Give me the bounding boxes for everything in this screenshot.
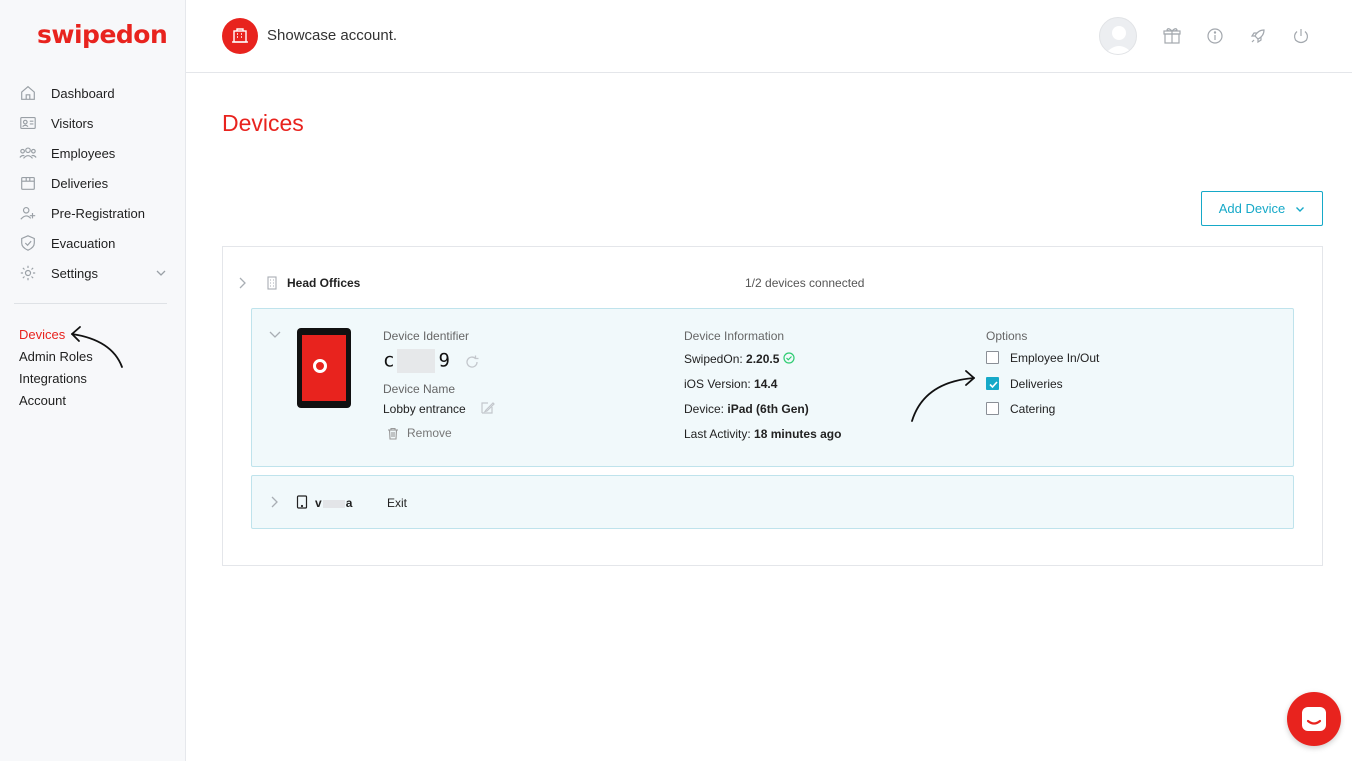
options-label: Options xyxy=(986,329,1028,343)
page-title: Devices xyxy=(222,110,304,136)
sidebar-item-employees[interactable]: Employees xyxy=(19,138,171,168)
top-header: Showcase account. xyxy=(186,0,1352,73)
home-icon xyxy=(21,85,35,100)
device-identifier-end: 9 xyxy=(438,349,450,372)
swipedon-version-value: 2.20.5 xyxy=(746,352,780,366)
user-avatar-icon xyxy=(1105,26,1133,54)
last-activity-label: Last Activity: xyxy=(684,427,751,441)
device-identifier: va xyxy=(315,496,352,510)
ios-version-value: 14.4 xyxy=(754,377,778,391)
remove-device-button[interactable]: Remove xyxy=(387,426,452,440)
rocket-icon[interactable] xyxy=(1248,26,1268,46)
device-identifier-label: Device Identifier xyxy=(383,329,470,343)
chevron-right-icon[interactable] xyxy=(236,276,248,290)
subnav-item-account[interactable]: Account xyxy=(19,390,93,412)
device-model-label: Device: xyxy=(684,402,725,416)
sidebar-item-settings[interactable]: Settings xyxy=(19,258,171,288)
power-icon[interactable] xyxy=(1291,26,1311,46)
shield-icon xyxy=(21,235,35,251)
people-icon xyxy=(19,147,37,159)
id-card-icon xyxy=(20,117,36,129)
gift-icon[interactable] xyxy=(1162,26,1182,46)
add-device-button[interactable]: Add Device xyxy=(1201,191,1323,226)
chat-launcher-button[interactable] xyxy=(1287,692,1341,746)
chevron-down-icon xyxy=(1296,206,1305,212)
refresh-icon[interactable] xyxy=(464,354,480,370)
option-label: Catering xyxy=(1010,402,1056,416)
sidebar-item-label: Dashboard xyxy=(51,85,115,101)
chat-icon xyxy=(1302,707,1326,731)
devices-connected-count: 1/2 devices connected xyxy=(745,276,865,290)
device-row[interactable] xyxy=(251,475,1294,529)
sidebar: swipedon Dashboard Visitors Employees De… xyxy=(0,0,186,761)
redacted-mask xyxy=(322,499,345,508)
device-information-label: Device Information xyxy=(684,329,785,343)
sidebar-item-label: Pre-Registration xyxy=(51,205,145,221)
sidebar-item-label: Visitors xyxy=(51,115,94,131)
sidebar-item-pre-registration[interactable]: Pre-Registration xyxy=(19,198,171,228)
annotation-arrow-icon xyxy=(71,326,123,368)
sidebar-item-label: Employees xyxy=(51,145,116,161)
device-model-value: iPad (6th Gen) xyxy=(727,402,809,416)
gear-icon xyxy=(20,265,36,281)
check-icon xyxy=(989,381,998,389)
last-activity: Last Activity: 18 minutes ago xyxy=(684,427,841,441)
ipad-device-image xyxy=(297,328,351,408)
sidebar-item-visitors[interactable]: Visitors xyxy=(19,108,171,138)
chevron-right-icon[interactable] xyxy=(268,495,280,509)
location-name: Head Offices xyxy=(287,276,361,290)
deliveries-checkbox[interactable] xyxy=(986,377,999,390)
device-identifier: c9 xyxy=(383,349,450,373)
sidebar-item-label: Settings xyxy=(51,265,98,281)
option-label: Deliveries xyxy=(1010,377,1063,391)
device-identifier-end: a xyxy=(345,496,353,510)
sidebar-item-dashboard[interactable]: Dashboard xyxy=(19,78,171,108)
device-model: Device: iPad (6th Gen) xyxy=(684,402,809,416)
device-identifier-start: v xyxy=(315,496,322,510)
redacted-mask xyxy=(397,349,436,373)
chevron-down-icon[interactable] xyxy=(155,267,167,279)
info-icon[interactable] xyxy=(1205,26,1225,46)
ios-version: iOS Version: 14.4 xyxy=(684,377,777,391)
sidebar-item-deliveries[interactable]: Deliveries xyxy=(19,168,171,198)
annotation-arrow-icon xyxy=(911,370,975,422)
device-name: Exit xyxy=(387,496,408,510)
sidebar-item-label: Deliveries xyxy=(51,175,109,191)
swipedon-logo[interactable]: swipedon xyxy=(37,20,168,49)
employee-in-out-checkbox[interactable] xyxy=(986,351,999,364)
avatar[interactable] xyxy=(1099,17,1137,55)
trash-icon xyxy=(388,427,398,440)
chevron-down-icon[interactable] xyxy=(268,328,282,340)
add-device-label: Add Device xyxy=(1218,201,1286,216)
sidebar-divider xyxy=(14,303,167,304)
option-label: Employee In/Out xyxy=(1010,351,1100,365)
ios-version-label: iOS Version: xyxy=(684,377,751,391)
swipedon-version: SwipedOn: 2.20.5 xyxy=(684,352,795,366)
edit-icon[interactable] xyxy=(480,401,495,415)
sidebar-item-evacuation[interactable]: Evacuation xyxy=(19,228,171,258)
account-badge[interactable] xyxy=(222,18,258,54)
swipedon-ring-icon xyxy=(313,359,327,373)
remove-label: Remove xyxy=(407,426,452,440)
building-icon xyxy=(267,276,277,290)
account-name: Showcase account. xyxy=(267,27,398,44)
subnav-item-integrations[interactable]: Integrations xyxy=(19,368,93,390)
swipedon-version-label: SwipedOn: xyxy=(684,352,743,366)
device-identifier-start: c xyxy=(383,349,395,372)
check-circle-icon xyxy=(783,352,795,364)
device-name: Lobby entrance xyxy=(383,402,466,416)
tablet-icon xyxy=(296,495,308,509)
user-plus-icon xyxy=(20,207,36,220)
sidebar-nav: Dashboard Visitors Employees Deliveries … xyxy=(19,78,171,288)
catering-checkbox[interactable] xyxy=(986,402,999,415)
building-icon xyxy=(232,28,248,43)
box-icon xyxy=(21,177,35,190)
device-name-label: Device Name xyxy=(383,382,456,396)
sidebar-item-label: Evacuation xyxy=(51,235,116,251)
last-activity-value: 18 minutes ago xyxy=(754,427,842,441)
